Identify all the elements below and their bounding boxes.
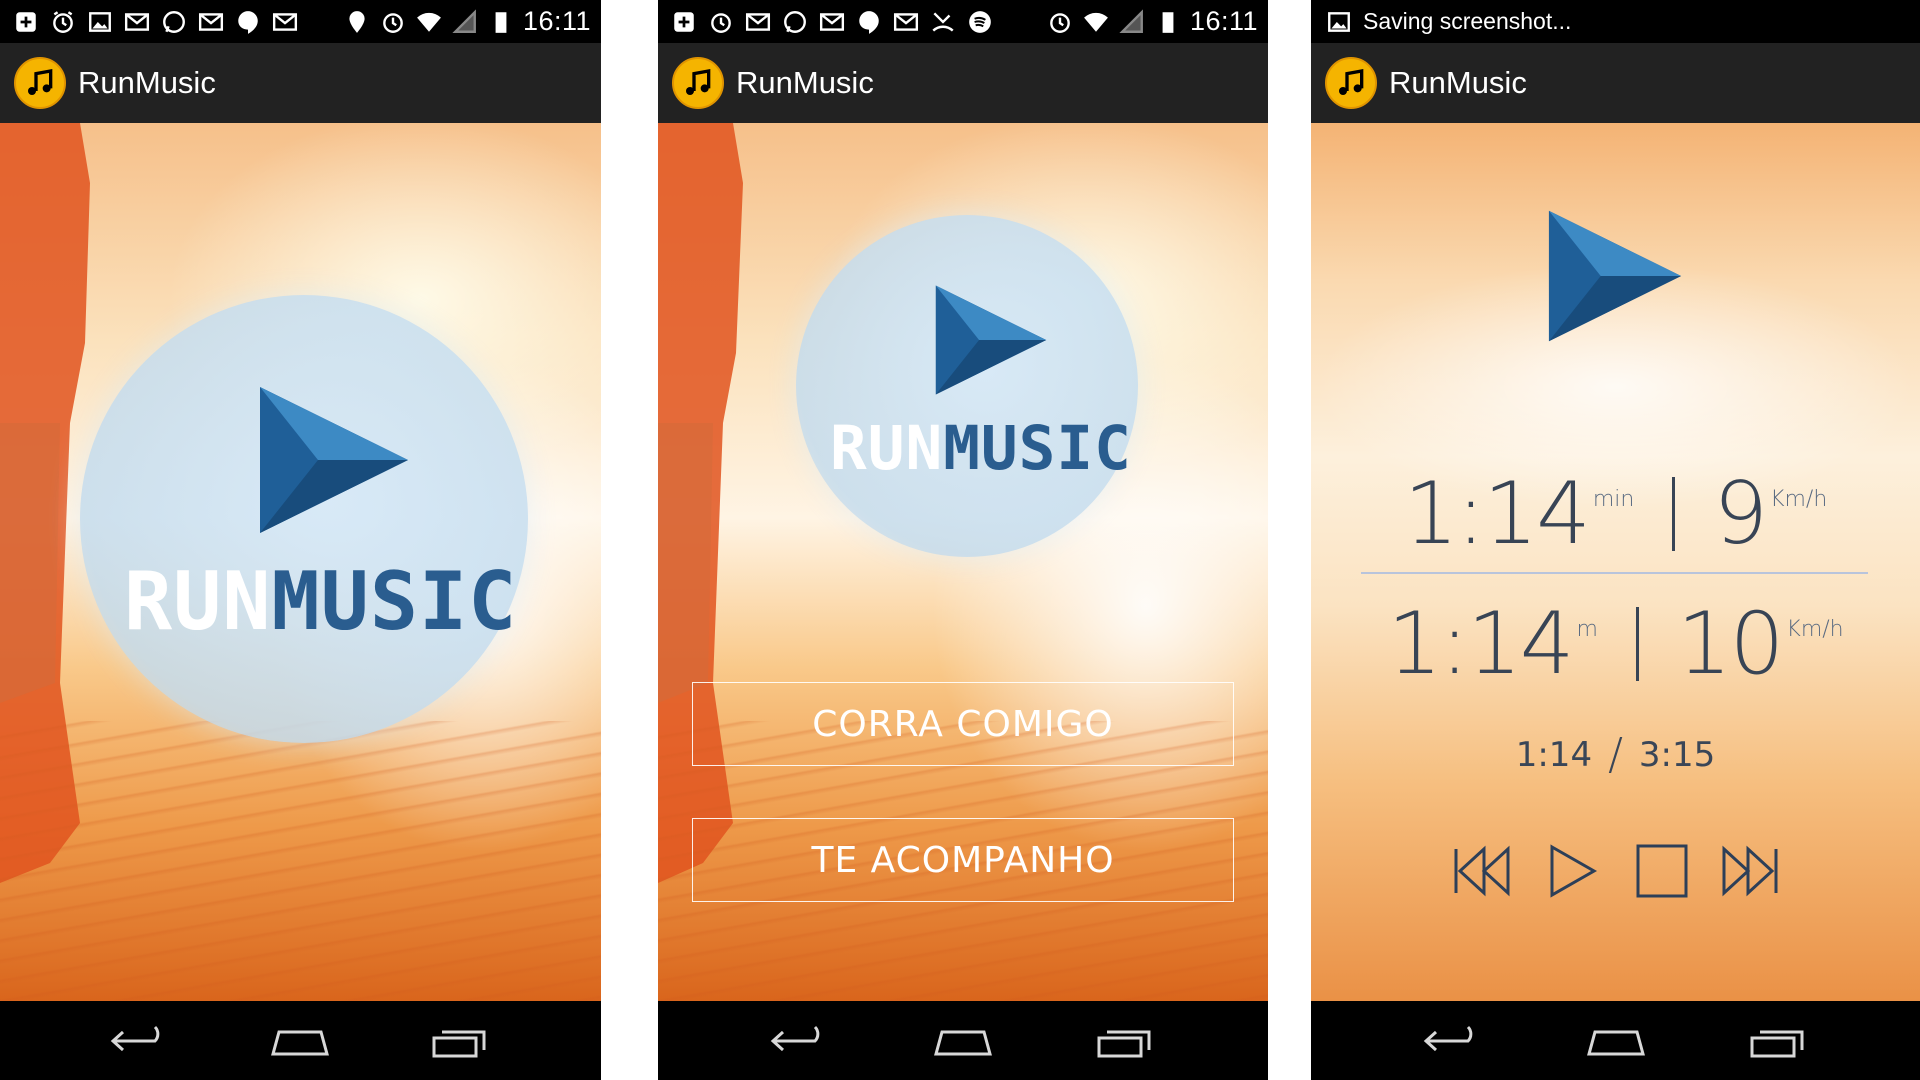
track-total: 3:15 <box>1638 734 1716 775</box>
logo-wordmark: RUNMUSIC <box>830 413 1131 484</box>
music-note-icon[interactable] <box>1325 57 1377 109</box>
stats-separator <box>1672 477 1676 551</box>
target-speed-value: 10 <box>1676 594 1784 694</box>
screenshot-icon <box>1325 8 1353 36</box>
music-note-icon[interactable] <box>672 57 724 109</box>
track-progress: 1:14 / 3:15 <box>1311 729 1920 780</box>
status-bar: Saving screenshot... <box>1311 0 1920 43</box>
te-acompanho-button[interactable]: TE ACOMPANHO <box>692 818 1234 902</box>
corra-comigo-button[interactable]: CORRA COMIGO <box>692 682 1234 766</box>
recent-apps-icon[interactable] <box>1744 1018 1814 1064</box>
gmail-icon <box>123 8 151 36</box>
back-icon[interactable] <box>1418 1018 1488 1064</box>
wifi-icon <box>415 8 443 36</box>
current-time-value: 1:14 <box>1403 464 1591 564</box>
play-logo-icon <box>935 285 1047 395</box>
splash-content: RUNMUSIC <box>0 123 601 1001</box>
signal-icon <box>451 8 479 36</box>
skip-previous-icon[interactable] <box>1450 843 1512 899</box>
home-icon[interactable] <box>265 1018 335 1064</box>
logo-word-music: MUSIC <box>271 555 518 648</box>
target-time-unit: m <box>1576 617 1598 642</box>
gmail-icon <box>892 8 920 36</box>
recent-apps-icon[interactable] <box>1091 1018 1161 1064</box>
corra-comigo-label: CORRA COMIGO <box>812 703 1114 745</box>
back-icon[interactable] <box>765 1018 835 1064</box>
location-icon <box>343 8 371 36</box>
logo-wordmark: RUNMUSIC <box>124 555 516 648</box>
current-time-unit: min <box>1592 487 1635 512</box>
hangouts-icon <box>234 8 262 36</box>
signal-icon <box>1118 8 1146 36</box>
image-icon <box>86 8 114 36</box>
progress-separator: / <box>1608 729 1623 780</box>
status-notification-text: Saving screenshot... <box>1363 8 1572 34</box>
menu-content: RUNMUSIC CORRA COMIGO TE ACOMPANHO <box>658 123 1268 1001</box>
target-time-value: 1:14 <box>1387 594 1574 694</box>
stats-divider <box>1361 572 1868 574</box>
current-speed-value: 9 <box>1713 464 1768 564</box>
nav-bar <box>658 1001 1268 1080</box>
play-logo-icon <box>260 387 408 533</box>
hangouts-icon <box>855 8 883 36</box>
recent-apps-icon[interactable] <box>426 1018 496 1064</box>
gmail-icon <box>271 8 299 36</box>
alarm-icon <box>379 8 407 36</box>
alarm-icon <box>707 8 735 36</box>
status-bar: 16:11 <box>0 0 601 43</box>
player-content: 1:14 min 9 Km/h 1:14 m 10 Km/h 1:14 / 3:… <box>1311 123 1920 1001</box>
stats-separator <box>1635 607 1639 681</box>
road-image <box>0 721 601 1001</box>
screen-splash: 16:11 RunMusic RUNMUSIC <box>0 0 601 1080</box>
status-bar: 16:11 <box>658 0 1268 43</box>
app-title: RunMusic <box>1389 65 1527 100</box>
logo-word-run: RUN <box>830 413 944 484</box>
nav-bar <box>0 1001 601 1080</box>
home-icon[interactable] <box>1581 1018 1651 1064</box>
whatsapp-icon <box>160 8 188 36</box>
battery-icon <box>1154 8 1182 36</box>
wifi-icon <box>1082 8 1110 36</box>
playback-controls <box>1311 843 1920 899</box>
gmail-icon <box>197 8 225 36</box>
stats-row-current: 1:14 min 9 Km/h <box>1311 471 1920 557</box>
gmail-icon <box>818 8 846 36</box>
plus-icon <box>670 8 698 36</box>
app-title: RunMusic <box>78 65 216 100</box>
app-title: RunMusic <box>736 65 874 100</box>
logo-word-run: RUN <box>124 555 272 648</box>
alarm-icon <box>49 8 77 36</box>
back-icon[interactable] <box>105 1018 175 1064</box>
plus-icon <box>12 8 40 36</box>
home-icon[interactable] <box>928 1018 998 1064</box>
play-logo-icon <box>1548 210 1682 342</box>
stats-row-target: 1:14 m 10 Km/h <box>1311 601 1920 687</box>
action-bar: RunMusic <box>1311 43 1920 123</box>
screen-player: Saving screenshot... RunMusic 1:14 min 9… <box>1311 0 1920 1080</box>
play-icon[interactable] <box>1540 843 1602 899</box>
gmail-icon <box>744 8 772 36</box>
nav-bar <box>1311 1001 1920 1080</box>
te-acompanho-label: TE ACOMPANHO <box>811 839 1115 881</box>
action-bar: RunMusic <box>658 43 1268 123</box>
skip-next-icon[interactable] <box>1720 843 1782 899</box>
whatsapp-icon <box>781 8 809 36</box>
status-time: 16:11 <box>1189 6 1258 36</box>
logo-word-music: MUSIC <box>943 413 1132 484</box>
spotify-icon <box>966 8 994 36</box>
status-time: 16:11 <box>522 6 591 36</box>
music-note-icon[interactable] <box>14 57 66 109</box>
current-speed-unit: Km/h <box>1770 487 1828 512</box>
screen-menu: 16:11 RunMusic RUNMUSIC CORRA COMIGO TE … <box>658 0 1268 1080</box>
track-elapsed: 1:14 <box>1515 734 1593 775</box>
target-speed-unit: Km/h <box>1786 617 1844 642</box>
missed-call-icon <box>929 8 957 36</box>
alarm-icon <box>1046 8 1074 36</box>
battery-icon <box>487 8 515 36</box>
action-bar: RunMusic <box>0 43 601 123</box>
stop-icon[interactable] <box>1630 843 1692 899</box>
